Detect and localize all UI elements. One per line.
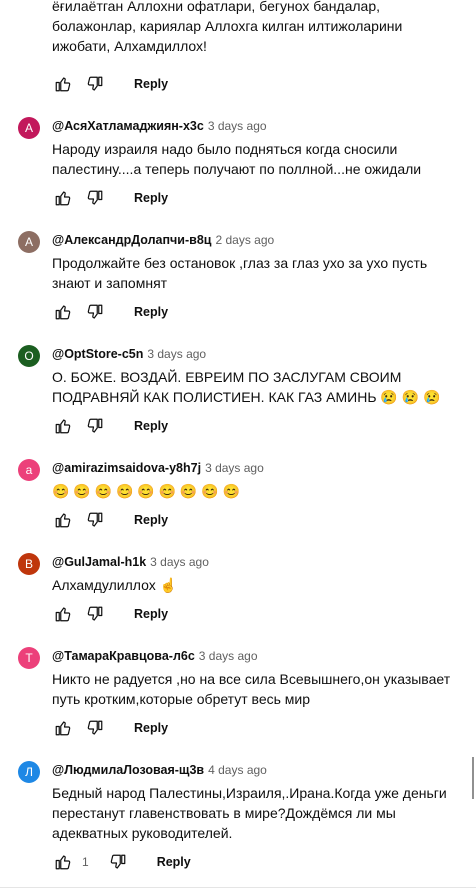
thumb-down-icon [87,190,103,205]
divider [0,887,476,888]
author-name[interactable]: @ТамараКравцова-л6с [52,649,195,663]
thumb-up-icon [55,721,71,736]
comment-actions: Reply [52,186,168,210]
timestamp[interactable]: 2 days ago [215,233,274,247]
comment-line: палестину....а теперь получают по поллно… [52,161,422,177]
avatar[interactable]: А [18,231,40,253]
like-button[interactable] [52,603,74,625]
comment-line: ПОДРАВНЯЙ КАК ПОЛИСТИЕН. КАК ГАЗ АМИНЬ 😢… [52,389,441,405]
like-button[interactable] [52,717,74,739]
comment-line: ижобати, Алхамдиллох! [52,38,207,54]
thumb-up-icon [55,305,71,320]
thumb-up-icon [55,855,71,870]
comment-text: 😊 😊 😊 😊 😊 😊 😊 😊 😊 [52,481,462,501]
comment-line: Никто не радуется ,но на все сила Всевыш… [52,671,451,687]
comment-actions: Reply [52,602,168,626]
thumb-up-icon [55,513,71,528]
comment-text: Продолжайте без остановок ,глаз за глаз … [52,253,462,293]
author-name[interactable]: @АсяХатламаджиян-х3с [52,119,204,133]
dislike-button[interactable] [84,187,106,209]
author-name[interactable]: @ЛюдмилаЛозовая-щ3в [52,763,204,777]
dislike-button[interactable] [84,603,106,625]
comment-line: адекватных руководителей. [52,825,233,841]
comment-text: Никто не радуется ,но на все сила Всевыш… [52,669,462,709]
thumb-up-icon [55,191,71,206]
comment-line: Продолжайте без остановок ,глаз за глаз … [52,255,428,271]
timestamp[interactable]: 3 days ago [199,649,258,663]
timestamp[interactable]: 3 days ago [205,461,264,475]
comment-line: Народу израиля надо было подняться когда… [52,141,398,157]
thumb-down-icon [87,418,103,433]
avatar[interactable]: А [18,117,40,139]
author-name[interactable]: @OptStore-c5n [52,347,143,361]
dislike-button[interactable] [84,73,106,95]
timestamp[interactable]: 3 days ago [208,119,267,133]
comment-text: Народу израиля надо было подняться когда… [52,139,462,179]
dislike-button[interactable] [84,415,106,437]
avatar[interactable]: a [18,459,40,481]
comment-actions: Reply [52,72,168,96]
comment-line: путь кротким,которые обретут весь мир [52,691,311,707]
comment-actions: Reply [52,414,168,438]
thumb-up-icon [55,607,71,622]
comment-line: Бедный народ Палестины,Израиля,.Ирана.Ко… [52,785,447,801]
comment-line: 😊 😊 😊 😊 😊 😊 😊 😊 😊 [52,483,241,499]
reply-button[interactable]: Reply [157,855,191,869]
timestamp[interactable]: 3 days ago [147,347,206,361]
comment-text: Бедный народ Палестины,Израиля,.Ирана.Ко… [52,783,462,843]
comment-line: ёғилаётган Аллохни офатлари, бегунох бан… [52,0,381,14]
thumb-down-icon [110,854,126,869]
like-count: 1 [82,855,89,869]
avatar[interactable]: O [18,345,40,367]
thumb-down-icon [87,720,103,735]
author-name[interactable]: @amirazimsaidova-y8h7j [52,461,201,475]
author-name[interactable]: @GulJamal-h1k [52,555,146,569]
timestamp[interactable]: 4 days ago [208,763,267,777]
comment-line: Алхамдулиллох ☝ [52,577,178,593]
dislike-button[interactable] [107,851,129,873]
author-name[interactable]: @АлександрДолапчи-в8ц [52,233,211,247]
comment-text: Алхамдулиллох ☝ [52,575,462,595]
like-button[interactable] [52,851,74,873]
partial-comment: ёғилаётган Аллохни офатлари, бегунох бан… [52,0,462,56]
like-button[interactable] [52,187,74,209]
thumb-up-icon [55,77,71,92]
reply-button[interactable]: Reply [134,513,168,527]
timestamp[interactable]: 3 days ago [150,555,209,569]
dislike-button[interactable] [84,717,106,739]
comment-actions: Reply [52,300,168,324]
thumb-down-icon [87,606,103,621]
reply-button[interactable]: Reply [134,721,168,735]
reply-button[interactable]: Reply [134,419,168,433]
reply-button[interactable]: Reply [134,305,168,319]
comment-text: О. БОЖЕ. ВОЗДАЙ. ЕВРЕИМ ПО ЗАСЛУГАМ СВОИ… [52,367,462,407]
like-button[interactable] [52,415,74,437]
thumb-up-icon [55,419,71,434]
like-button[interactable] [52,301,74,323]
comment-actions: Reply [52,508,168,532]
avatar[interactable]: Т [18,647,40,669]
avatar[interactable]: B [18,553,40,575]
comment-line: О. БОЖЕ. ВОЗДАЙ. ЕВРЕИМ ПО ЗАСЛУГАМ СВОИ… [52,369,402,385]
comment-actions: 1 Reply [52,850,191,874]
like-button[interactable] [52,73,74,95]
dislike-button[interactable] [84,509,106,531]
dislike-button[interactable] [84,301,106,323]
comment-line: перестанут главенствовать в мире?Дождёмс… [52,805,396,821]
reply-button[interactable]: Reply [134,77,168,91]
thumb-down-icon [87,304,103,319]
comment-line: болажонлар, кариялар Аллохга килган илти… [52,18,403,34]
like-button[interactable] [52,509,74,531]
reply-button[interactable]: Reply [134,191,168,205]
avatar[interactable]: Л [18,761,40,783]
thumb-down-icon [87,512,103,527]
comment-actions: Reply [52,716,168,740]
scrollbar[interactable] [472,757,474,799]
reply-button[interactable]: Reply [134,607,168,621]
comment-line: знают и запомнят [52,275,168,291]
comment-text: ёғилаётган Аллохни офатлари, бегунох бан… [52,0,462,56]
thumb-down-icon [87,76,103,91]
